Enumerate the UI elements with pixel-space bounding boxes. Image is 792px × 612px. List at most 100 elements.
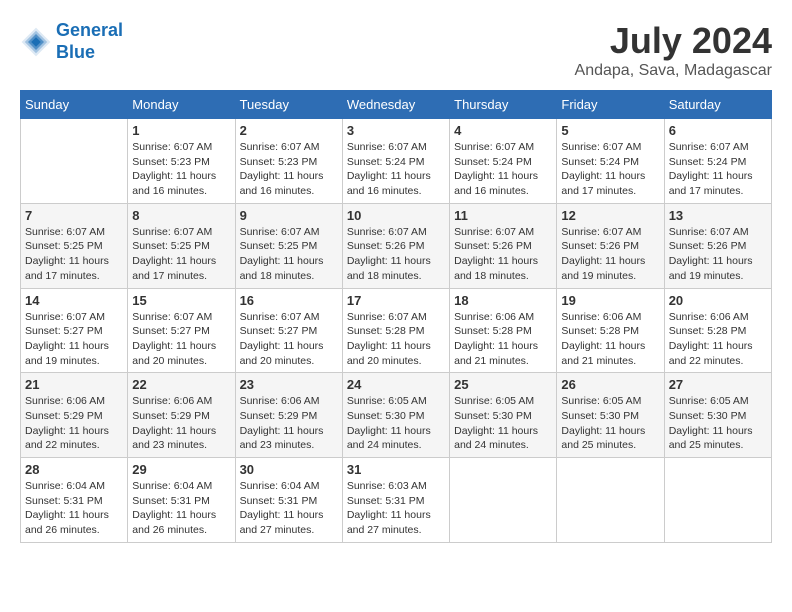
header-saturday: Saturday <box>664 91 771 119</box>
day-number: 25 <box>454 377 552 392</box>
day-info: Sunrise: 6:07 AMSunset: 5:24 PMDaylight:… <box>454 140 552 199</box>
week-row-2: 7 Sunrise: 6:07 AMSunset: 5:25 PMDaylight… <box>21 203 772 288</box>
day-cell: 22Sunrise: 6:06 AMSunset: 5:29 PMDayligh… <box>128 373 235 458</box>
day-info: Sunrise: 6:07 AMSunset: 5:26 PMDaylight:… <box>669 225 767 284</box>
week-row-5: 28 Sunrise: 6:04 AMSunset: 5:31 PMDayligh… <box>21 458 772 543</box>
day-cell: 21 Sunrise: 6:06 AMSunset: 5:29 PMDayligh… <box>21 373 128 458</box>
day-number: 1 <box>132 123 230 138</box>
day-number: 30 <box>240 462 338 477</box>
day-number: 20 <box>669 293 767 308</box>
logo-icon <box>20 26 52 58</box>
week-row-4: 21 Sunrise: 6:06 AMSunset: 5:29 PMDayligh… <box>21 373 772 458</box>
day-cell <box>557 458 664 543</box>
day-info: Sunrise: 6:06 AMSunset: 5:28 PMDaylight:… <box>454 310 552 369</box>
location: Andapa, Sava, Madagascar <box>575 62 772 80</box>
day-number: 6 <box>669 123 767 138</box>
day-info: Sunrise: 6:07 AMSunset: 5:23 PMDaylight:… <box>132 140 230 199</box>
logo-general: General <box>56 20 123 40</box>
day-number: 21 <box>25 377 123 392</box>
day-number: 17 <box>347 293 445 308</box>
day-cell: 5Sunrise: 6:07 AMSunset: 5:24 PMDaylight… <box>557 119 664 204</box>
day-info: Sunrise: 6:07 AMSunset: 5:24 PMDaylight:… <box>347 140 445 199</box>
day-number: 23 <box>240 377 338 392</box>
day-cell: 2 Sunrise: 6:07 AMSunset: 5:23 PMDaylight… <box>235 119 342 204</box>
week-row-1: 1 Sunrise: 6:07 AMSunset: 5:23 PMDaylight… <box>21 119 772 204</box>
day-info: Sunrise: 6:06 AMSunset: 5:29 PMDaylight:… <box>25 394 123 453</box>
day-cell: 10Sunrise: 6:07 AMSunset: 5:26 PMDayligh… <box>342 203 449 288</box>
day-info: Sunrise: 6:07 AMSunset: 5:25 PMDaylight:… <box>240 225 338 284</box>
day-info: Sunrise: 6:07 AMSunset: 5:27 PMDaylight:… <box>25 310 123 369</box>
day-cell: 3 Sunrise: 6:07 AMSunset: 5:24 PMDaylight… <box>342 119 449 204</box>
day-cell: 8 Sunrise: 6:07 AMSunset: 5:25 PMDaylight… <box>128 203 235 288</box>
day-info: Sunrise: 6:07 AMSunset: 5:25 PMDaylight:… <box>25 225 123 284</box>
day-cell: 25 Sunrise: 6:05 AMSunset: 5:30 PMDayligh… <box>450 373 557 458</box>
logo-blue: Blue <box>56 42 95 62</box>
day-cell: 31Sunrise: 6:03 AMSunset: 5:31 PMDayligh… <box>342 458 449 543</box>
day-number: 9 <box>240 208 338 223</box>
day-cell: 24Sunrise: 6:05 AMSunset: 5:30 PMDayligh… <box>342 373 449 458</box>
day-number: 3 <box>347 123 445 138</box>
logo: General Blue <box>20 20 123 63</box>
week-row-3: 14 Sunrise: 6:07 AMSunset: 5:27 PMDayligh… <box>21 288 772 373</box>
day-info: Sunrise: 6:06 AMSunset: 5:28 PMDaylight:… <box>561 310 659 369</box>
day-cell <box>21 119 128 204</box>
day-cell: 4 Sunrise: 6:07 AMSunset: 5:24 PMDaylight… <box>450 119 557 204</box>
day-cell: 29 Sunrise: 6:04 AMSunset: 5:31 PMDayligh… <box>128 458 235 543</box>
day-number: 24 <box>347 377 445 392</box>
day-number: 8 <box>132 208 230 223</box>
day-cell: 1 Sunrise: 6:07 AMSunset: 5:23 PMDaylight… <box>128 119 235 204</box>
day-cell: 6 Sunrise: 6:07 AMSunset: 5:24 PMDaylight… <box>664 119 771 204</box>
day-cell: 17 Sunrise: 6:07 AMSunset: 5:28 PMDayligh… <box>342 288 449 373</box>
day-info: Sunrise: 6:04 AMSunset: 5:31 PMDaylight:… <box>25 479 123 538</box>
day-number: 7 <box>25 208 123 223</box>
day-cell: 9 Sunrise: 6:07 AMSunset: 5:25 PMDaylight… <box>235 203 342 288</box>
day-info: Sunrise: 6:05 AMSunset: 5:30 PMDaylight:… <box>454 394 552 453</box>
header-tuesday: Tuesday <box>235 91 342 119</box>
day-cell: 18 Sunrise: 6:06 AMSunset: 5:28 PMDayligh… <box>450 288 557 373</box>
day-info: Sunrise: 6:07 AMSunset: 5:23 PMDaylight:… <box>240 140 338 199</box>
day-info: Sunrise: 6:07 AMSunset: 5:27 PMDaylight:… <box>240 310 338 369</box>
day-info: Sunrise: 6:04 AMSunset: 5:31 PMDaylight:… <box>132 479 230 538</box>
header-friday: Friday <box>557 91 664 119</box>
header-wednesday: Wednesday <box>342 91 449 119</box>
day-number: 16 <box>240 293 338 308</box>
day-cell: 28 Sunrise: 6:04 AMSunset: 5:31 PMDayligh… <box>21 458 128 543</box>
day-info: Sunrise: 6:05 AMSunset: 5:30 PMDaylight:… <box>669 394 767 453</box>
month-title: July 2024 <box>575 20 772 62</box>
day-info: Sunrise: 6:06 AMSunset: 5:29 PMDaylight:… <box>132 394 230 453</box>
day-number: 18 <box>454 293 552 308</box>
day-info: Sunrise: 6:07 AMSunset: 5:26 PMDaylight:… <box>347 225 445 284</box>
day-cell: 14 Sunrise: 6:07 AMSunset: 5:27 PMDayligh… <box>21 288 128 373</box>
day-number: 27 <box>669 377 767 392</box>
day-number: 28 <box>25 462 123 477</box>
day-cell: 11 Sunrise: 6:07 AMSunset: 5:26 PMDayligh… <box>450 203 557 288</box>
header-row: SundayMondayTuesdayWednesdayThursdayFrid… <box>21 91 772 119</box>
day-number: 14 <box>25 293 123 308</box>
day-info: Sunrise: 6:07 AMSunset: 5:24 PMDaylight:… <box>669 140 767 199</box>
day-info: Sunrise: 6:03 AMSunset: 5:31 PMDaylight:… <box>347 479 445 538</box>
day-info: Sunrise: 6:07 AMSunset: 5:26 PMDaylight:… <box>561 225 659 284</box>
day-cell: 16 Sunrise: 6:07 AMSunset: 5:27 PMDayligh… <box>235 288 342 373</box>
day-cell: 27 Sunrise: 6:05 AMSunset: 5:30 PMDayligh… <box>664 373 771 458</box>
day-number: 2 <box>240 123 338 138</box>
day-number: 29 <box>132 462 230 477</box>
day-cell: 26Sunrise: 6:05 AMSunset: 5:30 PMDayligh… <box>557 373 664 458</box>
day-number: 11 <box>454 208 552 223</box>
day-number: 15 <box>132 293 230 308</box>
day-cell: 15Sunrise: 6:07 AMSunset: 5:27 PMDayligh… <box>128 288 235 373</box>
day-cell <box>450 458 557 543</box>
title-block: July 2024 Andapa, Sava, Madagascar <box>575 20 772 80</box>
logo-text: General Blue <box>56 20 123 63</box>
day-number: 12 <box>561 208 659 223</box>
day-number: 4 <box>454 123 552 138</box>
day-cell: 7 Sunrise: 6:07 AMSunset: 5:25 PMDaylight… <box>21 203 128 288</box>
day-cell: 30 Sunrise: 6:04 AMSunset: 5:31 PMDayligh… <box>235 458 342 543</box>
day-number: 26 <box>561 377 659 392</box>
day-info: Sunrise: 6:07 AMSunset: 5:26 PMDaylight:… <box>454 225 552 284</box>
day-info: Sunrise: 6:07 AMSunset: 5:28 PMDaylight:… <box>347 310 445 369</box>
day-info: Sunrise: 6:07 AMSunset: 5:25 PMDaylight:… <box>132 225 230 284</box>
day-cell: 23Sunrise: 6:06 AMSunset: 5:29 PMDayligh… <box>235 373 342 458</box>
day-number: 5 <box>561 123 659 138</box>
header-sunday: Sunday <box>21 91 128 119</box>
day-info: Sunrise: 6:04 AMSunset: 5:31 PMDaylight:… <box>240 479 338 538</box>
